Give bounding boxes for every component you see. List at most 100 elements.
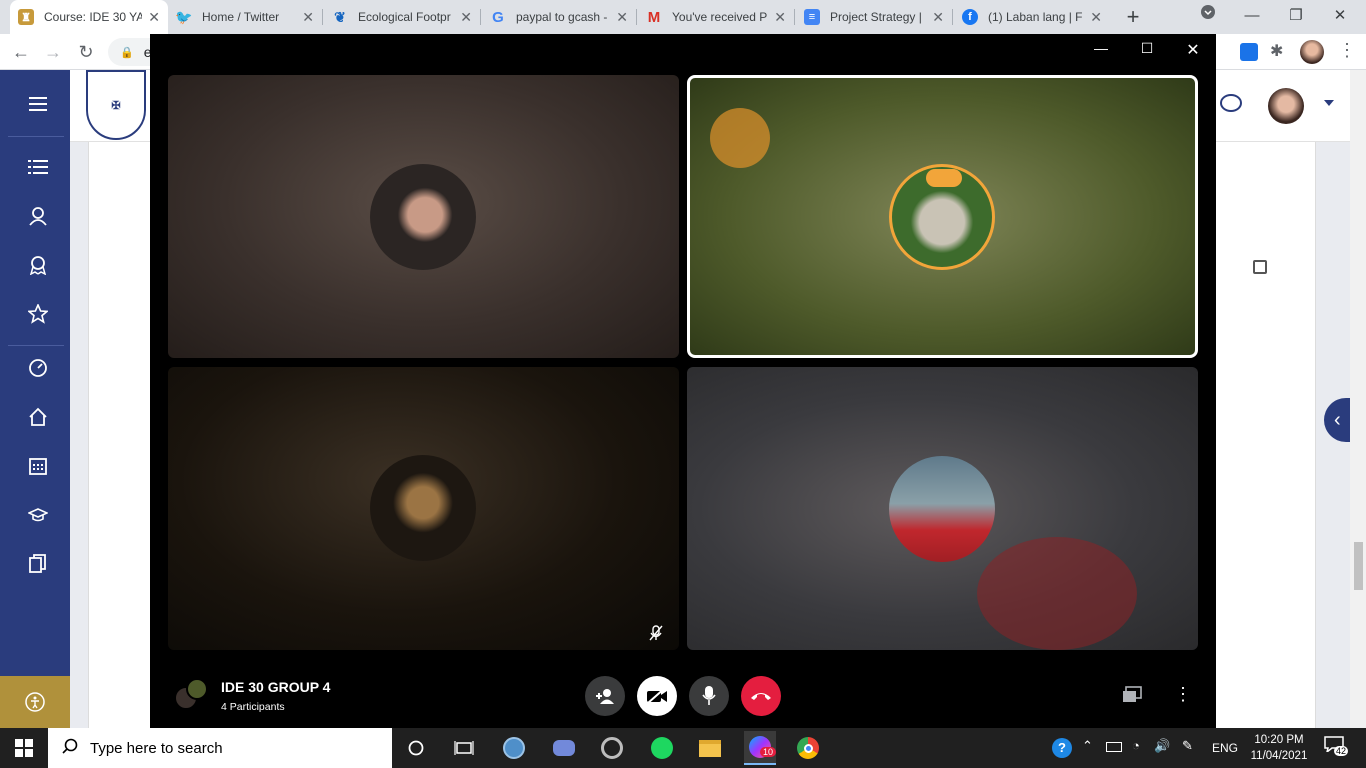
new-tab-button[interactable]: +	[1120, 4, 1146, 30]
copy-icon[interactable]	[22, 548, 54, 580]
close-tab-icon[interactable]: ✕	[932, 9, 944, 26]
close-tab-icon[interactable]: ✕	[148, 9, 160, 26]
participant-tile-4[interactable]	[687, 367, 1198, 650]
star-icon[interactable]	[22, 298, 54, 330]
docs-icon: ≡	[804, 9, 820, 25]
show-hidden-icons[interactable]: ⌃	[1082, 738, 1093, 754]
screen-share-icon[interactable]	[1122, 686, 1142, 704]
tab-search-icon[interactable]	[1186, 0, 1230, 34]
course-sidebar	[0, 70, 70, 728]
tab-docs[interactable]: ≡ Project Strategy | ✕	[796, 0, 952, 34]
minimize-button[interactable]: —	[1230, 0, 1274, 34]
school-logo[interactable]: ✠	[86, 70, 146, 140]
windows-taskbar: Type here to search 10 ? ⌃ ◔ 🔊 ✎ ENG 10:…	[0, 728, 1366, 768]
graduation-cap-icon[interactable]	[22, 499, 54, 531]
add-person-button[interactable]	[585, 676, 625, 716]
chat-bubble-icon[interactable]	[1220, 94, 1242, 112]
user-menu-dropdown-icon[interactable]	[1324, 100, 1334, 106]
group-avatar[interactable]	[174, 678, 208, 712]
windows-start-icon[interactable]	[10, 734, 38, 762]
messenger-icon[interactable]: 10	[744, 731, 777, 765]
spotify-icon[interactable]	[648, 734, 676, 762]
cortana-icon[interactable]	[402, 734, 430, 762]
volume-icon[interactable]: 🔊	[1154, 738, 1170, 754]
participant-tile-3[interactable]	[168, 367, 679, 650]
tab-title: Course: IDE 30 YA	[44, 10, 143, 24]
microphone-button[interactable]	[689, 676, 729, 716]
feather-icon: ❦	[334, 8, 346, 25]
back-button[interactable]: ←	[10, 41, 32, 63]
camera-off-button[interactable]	[637, 676, 677, 716]
notification-center-icon[interactable]: 42	[1324, 736, 1350, 760]
group-name: IDE 30 GROUP 4	[221, 679, 331, 695]
close-tab-icon[interactable]: ✕	[616, 9, 628, 26]
clock-date: 11/04/2021	[1250, 750, 1308, 762]
chrome-icon[interactable]	[794, 734, 822, 762]
wifi-icon[interactable]: ◔	[1132, 738, 1140, 753]
call-close-button[interactable]: ✕	[1182, 40, 1204, 62]
taskbar-search-box[interactable]: Type here to search	[48, 728, 392, 768]
forward-button[interactable]: →	[42, 41, 64, 63]
participant-tile-1[interactable]	[168, 75, 679, 358]
hamburger-menu-icon[interactable]	[22, 88, 54, 120]
home-icon[interactable]	[22, 401, 54, 433]
lock-icon: 🔒	[120, 46, 134, 59]
twitter-icon: 🐦	[175, 8, 193, 25]
participants-icon[interactable]	[22, 200, 54, 232]
browser-tab-strip: ♜ Course: IDE 30 YA ✕ 🐦 Home / Twitter ✕…	[0, 0, 1366, 34]
tab-gmail[interactable]: M You've received P ✕	[638, 0, 794, 34]
call-minimize-button[interactable]: —	[1090, 40, 1112, 62]
clock-time: 10:20 PM	[1254, 734, 1304, 746]
speaking-highlight	[710, 108, 770, 168]
tab-title: paypal to gcash -	[516, 10, 608, 24]
extension-icon[interactable]	[1240, 43, 1258, 61]
completion-checkbox[interactable]	[1253, 260, 1267, 274]
task-view-icon[interactable]	[450, 734, 478, 762]
facebook-icon: f	[962, 9, 978, 25]
search-placeholder: Type here to search	[90, 739, 223, 757]
moodle-hat-icon: ♜	[18, 9, 34, 25]
menu-kebab-icon[interactable]: ⋮	[1338, 40, 1356, 61]
language-indicator[interactable]: ENG	[1212, 741, 1238, 755]
participants-count: 4 Participants	[221, 701, 285, 713]
participant-tile-2[interactable]	[687, 75, 1198, 358]
tab-title: Project Strategy |	[830, 10, 922, 24]
profile-avatar[interactable]	[1300, 40, 1324, 64]
user-avatar[interactable]	[1268, 88, 1304, 124]
cyberduck-icon[interactable]	[598, 734, 626, 762]
puzzle-icon[interactable]: ✱	[1270, 41, 1283, 61]
dashboard-icon[interactable]	[22, 352, 54, 384]
page-scrollbar[interactable]	[1350, 70, 1366, 728]
close-tab-icon[interactable]: ✕	[302, 9, 314, 26]
close-tab-icon[interactable]: ✕	[460, 9, 472, 26]
badges-icon[interactable]	[22, 249, 54, 281]
tab-google-search[interactable]: G paypal to gcash - ✕	[482, 0, 636, 34]
pen-icon[interactable]: ✎	[1182, 738, 1193, 754]
end-call-button[interactable]	[741, 676, 781, 716]
battery-icon[interactable]	[1106, 742, 1122, 752]
tab-twitter[interactable]: 🐦 Home / Twitter ✕	[168, 0, 322, 34]
restore-button[interactable]: ❐	[1274, 0, 1318, 34]
participant-avatar	[889, 456, 995, 562]
tab-course[interactable]: ♜ Course: IDE 30 YA ✕	[10, 0, 168, 34]
close-tab-icon[interactable]: ✕	[774, 9, 786, 26]
close-tab-icon[interactable]: ✕	[1090, 9, 1102, 26]
reload-button[interactable]: ↻	[75, 41, 97, 63]
tab-ecological[interactable]: ❦ Ecological Footpr ✕	[324, 0, 480, 34]
more-options-icon[interactable]: ⋮	[1174, 684, 1192, 705]
list-icon[interactable]	[22, 151, 54, 183]
file-explorer-icon[interactable]	[696, 734, 724, 762]
calendar-icon[interactable]	[22, 450, 54, 482]
accessibility-button[interactable]	[0, 676, 70, 728]
app-icon-blue[interactable]	[500, 734, 528, 762]
discord-icon[interactable]	[550, 734, 578, 762]
help-icon[interactable]: ?	[1048, 734, 1076, 762]
messenger-badge: 10	[760, 747, 777, 757]
background-blur-red	[977, 537, 1137, 650]
call-maximize-button[interactable]: ☐	[1136, 40, 1158, 62]
clock[interactable]: 10:20 PM 11/04/2021	[1246, 732, 1312, 764]
tab-facebook[interactable]: f (1) Laban lang | F ✕	[954, 0, 1110, 34]
participant-avatar	[370, 455, 476, 561]
close-window-button[interactable]: ✕	[1318, 0, 1362, 34]
participant-avatar	[889, 164, 995, 270]
